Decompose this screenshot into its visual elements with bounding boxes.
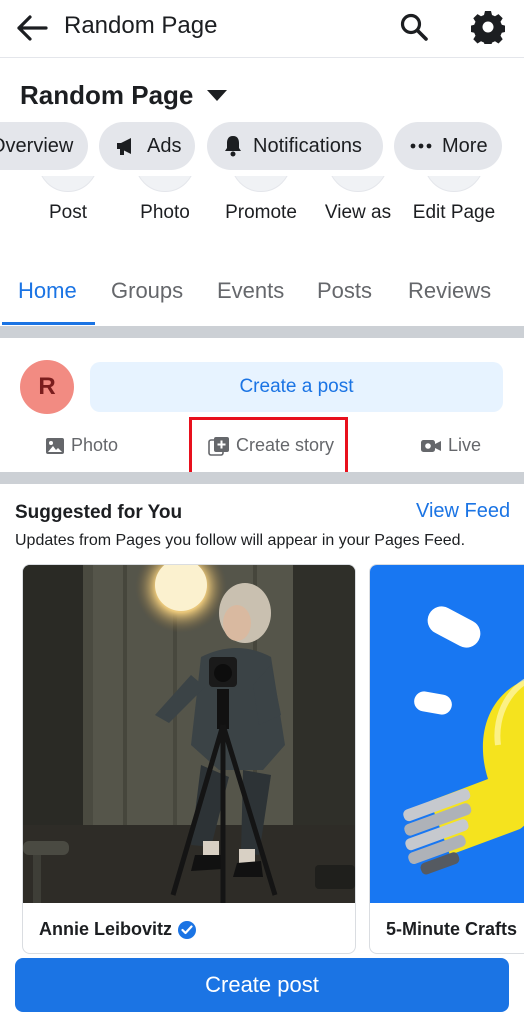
tab-groups[interactable]: Groups <box>111 278 183 304</box>
gear-icon[interactable] <box>468 7 508 47</box>
suggested-page-card[interactable]: Annie Leibovitz <box>22 564 356 954</box>
action-circle <box>135 176 195 192</box>
create-post-button[interactable]: Create post <box>15 958 509 1012</box>
chip-label: Ads <box>147 134 182 157</box>
suggested-subtitle: Updates from Pages you follow will appea… <box>15 532 466 549</box>
live-option-label: Live <box>448 435 482 455</box>
lightbulb-image <box>370 565 524 903</box>
action-label: Promote <box>225 202 297 223</box>
megaphone-icon <box>115 136 137 156</box>
verified-badge-icon <box>178 920 197 939</box>
bell-icon <box>223 135 243 157</box>
create-story-highlight-box <box>189 417 348 476</box>
chip-notifications[interactable]: Notifications <box>207 122 383 170</box>
suggested-page-card[interactable]: 5-Minute Crafts <box>369 564 524 954</box>
action-circle <box>328 176 388 192</box>
live-video-icon <box>420 438 442 454</box>
card-page-name: Annie Leibovitz <box>39 919 197 940</box>
photographer-image <box>23 565 355 903</box>
action-edit-page[interactable]: Edit Page <box>406 176 502 224</box>
action-circle <box>231 176 291 192</box>
action-circle <box>424 176 484 192</box>
action-label: Photo <box>140 202 190 223</box>
section-divider <box>0 326 524 338</box>
action-circle <box>38 176 98 192</box>
active-tab-indicator <box>2 322 95 325</box>
section-divider <box>0 472 524 484</box>
chip-label: More <box>442 134 488 157</box>
action-label: View as <box>324 202 392 223</box>
page-name-selector[interactable]: Random Page <box>20 80 228 111</box>
photo-option[interactable]: Photo <box>45 435 118 456</box>
tab-events[interactable]: Events <box>217 278 284 304</box>
page-chip-row: Overview Ads Notifications More <box>0 120 524 172</box>
view-feed-link[interactable]: View Feed <box>416 500 510 523</box>
back-arrow-icon[interactable] <box>14 10 50 46</box>
photo-option-label: Photo <box>71 435 119 455</box>
tab-home[interactable]: Home <box>18 278 77 304</box>
photo-icon <box>45 437 65 455</box>
caret-down-icon <box>207 90 228 101</box>
action-post[interactable]: Post <box>20 176 116 224</box>
action-label: Edit Page <box>412 202 496 223</box>
action-photo[interactable]: Photo <box>117 176 213 224</box>
create-a-post-field[interactable]: Create a post <box>90 362 503 412</box>
more-icon <box>410 143 432 149</box>
avatar[interactable]: R <box>20 360 74 414</box>
app-bar-title: Random Page <box>64 12 218 39</box>
chip-more[interactable]: More <box>394 122 502 170</box>
chip-label: Notifications <box>253 134 362 157</box>
live-option[interactable]: Live <box>420 435 481 456</box>
tab-posts[interactable]: Posts <box>317 278 372 304</box>
card-name-text: 5-Minute Crafts <box>386 919 518 939</box>
action-label: Post <box>48 202 88 223</box>
page-tabs: Home Groups Events Posts Reviews <box>0 264 524 326</box>
page-actions-row: Post Photo Promote View as Edit Page <box>0 176 524 246</box>
suggested-title: Suggested for You <box>15 502 183 523</box>
card-name-text: Annie Leibovitz <box>39 919 173 939</box>
chip-ads[interactable]: Ads <box>99 122 195 170</box>
chip-overview[interactable]: Overview <box>0 122 88 170</box>
chip-label: Overview <box>0 134 74 157</box>
search-icon[interactable] <box>396 9 432 45</box>
page-name: Random Page <box>20 80 194 110</box>
tab-reviews[interactable]: Reviews <box>408 278 491 304</box>
action-view-as[interactable]: View as <box>310 176 406 224</box>
top-app-bar: Random Page <box>0 0 524 58</box>
card-page-name: 5-Minute Crafts <box>386 919 517 940</box>
action-promote[interactable]: Promote <box>213 176 309 224</box>
